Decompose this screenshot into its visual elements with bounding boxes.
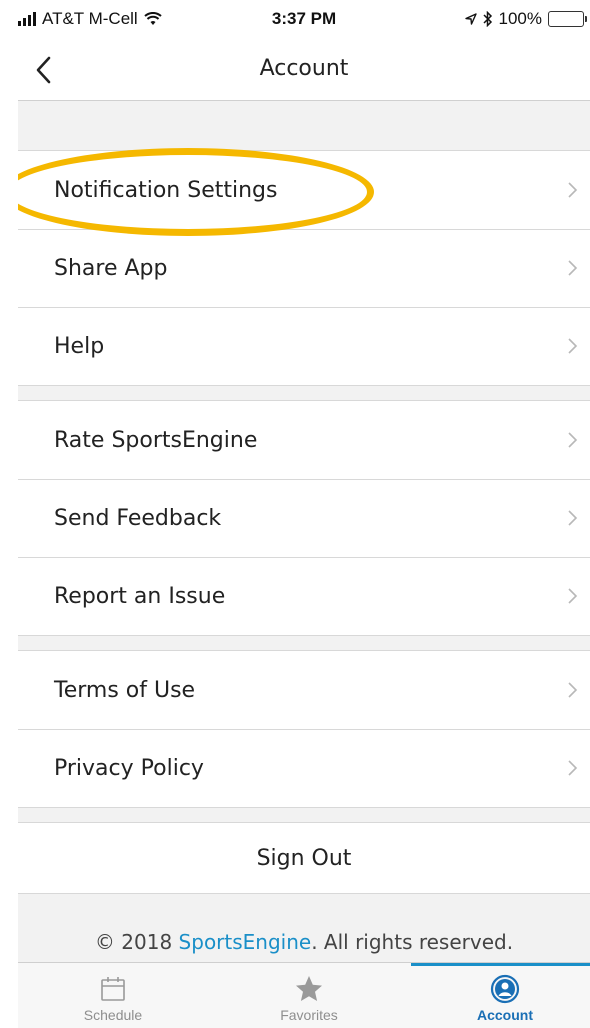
copyright-text: © 2018 SportsEngine. All rights reserved… bbox=[18, 930, 590, 954]
copyright-suffix: . All rights reserved. bbox=[311, 930, 514, 954]
section-gap bbox=[18, 808, 590, 822]
tab-account[interactable]: Account bbox=[410, 963, 590, 1028]
menu-item-label: Share App bbox=[54, 255, 168, 281]
menu-item-label: Privacy Policy bbox=[54, 755, 204, 781]
menu-item-label: Terms of Use bbox=[54, 677, 196, 703]
sportsengine-link[interactable]: SportsEngine bbox=[179, 930, 312, 954]
menu-group-legal: Terms of Use Privacy Policy bbox=[18, 650, 590, 808]
chevron-right-icon bbox=[568, 338, 578, 354]
menu-list: Notification Settings Share App Help Rat… bbox=[18, 101, 590, 894]
status-right: 100% bbox=[464, 9, 587, 29]
tab-label: Account bbox=[477, 1007, 533, 1023]
battery-icon bbox=[548, 11, 587, 27]
page-title: Account bbox=[259, 56, 349, 81]
calendar-icon bbox=[101, 977, 125, 1001]
menu-item-report-an-issue[interactable]: Report an Issue bbox=[18, 557, 590, 635]
menu-item-help[interactable]: Help bbox=[18, 307, 590, 385]
chevron-right-icon bbox=[568, 182, 578, 198]
menu-item-privacy-policy[interactable]: Privacy Policy bbox=[18, 729, 590, 807]
battery-percent: 100% bbox=[498, 9, 542, 28]
status-bar: AT&T M-Cell 3:37 PM 100% bbox=[18, 0, 590, 38]
nav-bar: Account bbox=[18, 38, 590, 101]
menu-group-general: Notification Settings Share App Help bbox=[18, 150, 590, 386]
menu-item-share-app[interactable]: Share App bbox=[18, 229, 590, 307]
section-gap bbox=[18, 101, 590, 150]
menu-item-terms-of-use[interactable]: Terms of Use bbox=[18, 651, 590, 729]
menu-item-label: Notification Settings bbox=[54, 177, 278, 203]
chevron-right-icon bbox=[568, 432, 578, 448]
chevron-right-icon bbox=[568, 682, 578, 698]
location-icon bbox=[464, 13, 477, 25]
copyright-prefix: © 2018 bbox=[94, 930, 179, 954]
chevron-right-icon bbox=[568, 510, 578, 526]
menu-item-send-feedback[interactable]: Send Feedback bbox=[18, 479, 590, 557]
account-icon bbox=[490, 974, 520, 1004]
section-gap bbox=[18, 636, 590, 650]
sign-out-button[interactable]: Sign Out bbox=[18, 822, 590, 894]
tab-schedule[interactable]: Schedule bbox=[18, 963, 208, 1028]
tab-bar: Schedule Favorites Account bbox=[18, 962, 590, 1028]
section-gap bbox=[18, 386, 590, 400]
chevron-right-icon bbox=[568, 588, 578, 604]
menu-item-label: Rate SportsEngine bbox=[54, 427, 258, 453]
menu-item-label: Send Feedback bbox=[54, 505, 222, 531]
tab-favorites[interactable]: Favorites bbox=[214, 963, 404, 1028]
menu-item-label: Report an Issue bbox=[54, 583, 226, 609]
menu-item-rate-sportsengine[interactable]: Rate SportsEngine bbox=[18, 401, 590, 479]
chevron-right-icon bbox=[568, 760, 578, 776]
star-icon bbox=[296, 976, 322, 1001]
menu-item-label: Help bbox=[54, 333, 105, 359]
menu-item-notification-settings[interactable]: Notification Settings bbox=[18, 151, 590, 229]
account-screen: AT&T M-Cell 3:37 PM 100% Account Notific… bbox=[18, 0, 590, 1028]
tab-label: Favorites bbox=[280, 1007, 338, 1023]
chevron-right-icon bbox=[568, 260, 578, 276]
menu-group-feedback: Rate SportsEngine Send Feedback Report a… bbox=[18, 400, 590, 636]
bluetooth-icon bbox=[482, 11, 492, 27]
tab-label: Schedule bbox=[83, 1007, 143, 1023]
